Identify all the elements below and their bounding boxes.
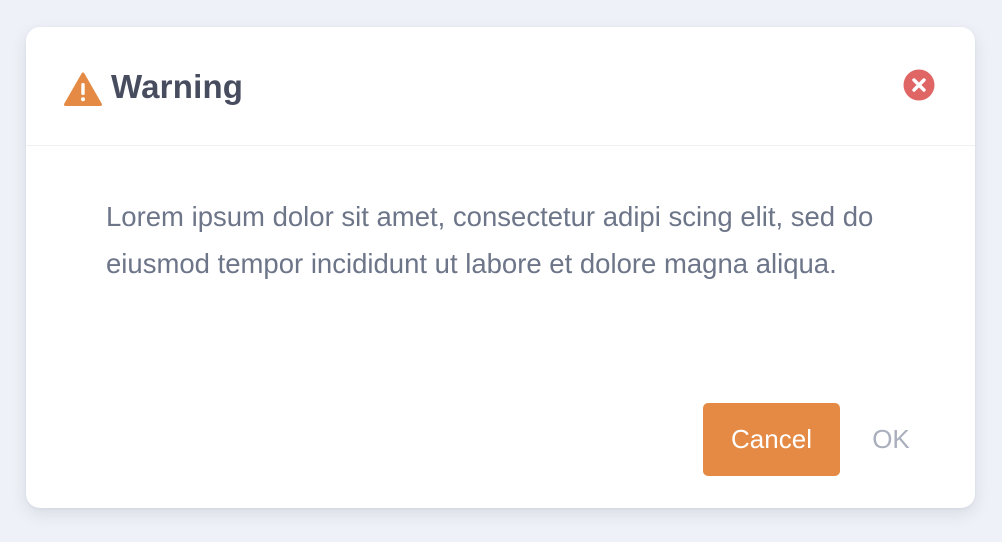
close-circle-icon [903,69,935,101]
ok-button[interactable]: OK [856,403,926,476]
cancel-button[interactable]: Cancel [703,403,840,476]
warning-triangle-icon [64,72,102,106]
dialog-header: Warning [26,27,975,146]
warning-dialog: Warning Lorem ipsum dolor sit amet, cons… [26,27,975,508]
close-button[interactable] [903,69,935,101]
dialog-title: Warning [111,68,244,105]
dialog-message: Lorem ipsum dolor sit amet, consectetur … [106,201,874,279]
